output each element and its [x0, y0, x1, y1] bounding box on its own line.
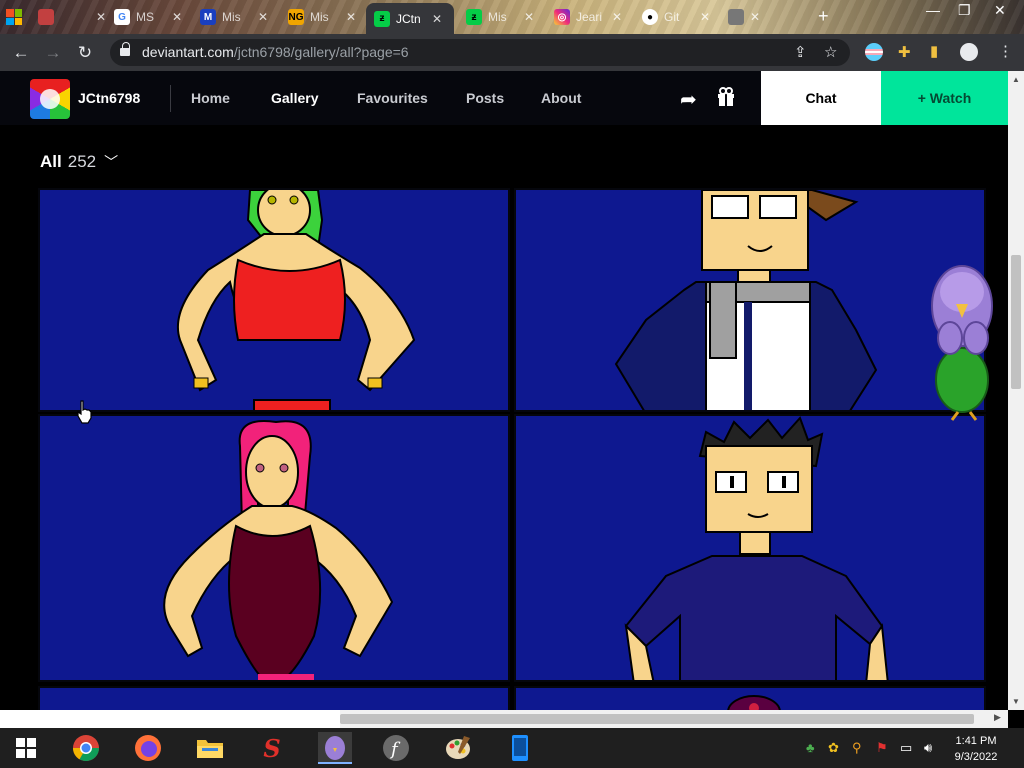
close-window-icon[interactable]: ✕: [994, 2, 1006, 19]
tray-app-icon[interactable]: ✿: [828, 740, 839, 756]
back-button[interactable]: ←: [10, 42, 32, 64]
avatar[interactable]: [30, 79, 70, 119]
lock-icon[interactable]: [120, 42, 130, 58]
paint-icon[interactable]: [442, 732, 474, 764]
windows-logo-icon[interactable]: [6, 9, 22, 25]
network-icon[interactable]: ▭: [900, 740, 912, 756]
github-icon: ●: [642, 9, 658, 25]
windows-start-icon[interactable]: [10, 732, 42, 764]
forward-button[interactable]: →: [42, 42, 64, 64]
photo-tab-icon: [38, 9, 54, 25]
browser-tab[interactable]: ● Git ✕: [634, 4, 718, 30]
browser-tab[interactable]: ✕: [720, 4, 768, 30]
gallery-filter[interactable]: All 252 ﹀: [40, 152, 118, 172]
tray-app-icon[interactable]: ♣: [806, 740, 815, 755]
browser-tab[interactable]: ✕: [30, 4, 114, 30]
close-icon[interactable]: ✕: [750, 10, 760, 24]
app-tablet-icon[interactable]: [504, 732, 536, 764]
scroll-right-icon[interactable]: ▶: [994, 712, 1001, 723]
hand-cursor-icon: [76, 400, 94, 429]
profile-header: JCtn6798 Home Gallery Favourites Posts A…: [0, 71, 1008, 125]
close-icon[interactable]: ✕: [346, 10, 356, 24]
gift-icon[interactable]: [716, 87, 736, 113]
nav-home[interactable]: Home: [191, 90, 230, 106]
close-icon[interactable]: ✕: [172, 10, 182, 24]
chrome-icon[interactable]: [70, 732, 102, 764]
gallery-thumbnail[interactable]: [514, 188, 986, 412]
horizontal-scrollbar[interactable]: ▶: [0, 710, 1008, 728]
close-icon[interactable]: ✕: [432, 12, 442, 26]
gallery-thumbnail[interactable]: [38, 188, 510, 412]
watch-button[interactable]: + Watch: [881, 71, 1008, 125]
tray-flag-icon[interactable]: ⚑: [876, 740, 888, 756]
url-text: deviantart.com/jctn6798/gallery/all?page…: [142, 44, 409, 60]
username[interactable]: JCtn6798: [78, 90, 140, 106]
restore-icon[interactable]: ❐: [958, 2, 971, 19]
divider: [170, 85, 171, 112]
nav-posts[interactable]: Posts: [466, 90, 504, 106]
newgrounds-icon: NG: [288, 9, 304, 25]
reload-button[interactable]: ↻: [74, 42, 96, 64]
vertical-scrollbar[interactable]: ▲ ▼: [1008, 71, 1024, 710]
firefox-icon[interactable]: [132, 732, 164, 764]
tab-icon: [728, 9, 744, 25]
instagram-icon: ◎: [554, 9, 570, 25]
tab-strip: ✕ G MS ✕ M Mis ✕ NG Mis ✕ ƶ JCtn ✕ ƶ Mis…: [0, 0, 1024, 34]
active-browser-tab[interactable]: ƶ JCtn ✕: [366, 3, 454, 34]
volume-icon[interactable]: 🔊︎: [924, 740, 932, 756]
chevron-down-icon: ﹀: [104, 154, 119, 170]
chat-button[interactable]: Chat: [761, 71, 881, 125]
menu-dots-icon[interactable]: ⋮: [998, 42, 1013, 60]
bookmark-star-icon[interactable]: ☆: [824, 43, 837, 61]
deviantart-icon: ƶ: [466, 9, 482, 25]
close-icon[interactable]: ✕: [700, 10, 710, 24]
google-icon: G: [114, 9, 130, 25]
new-tab-button[interactable]: +: [818, 6, 829, 27]
tray-search-icon[interactable]: ⚲: [852, 740, 862, 756]
flash-icon[interactable]: f: [380, 732, 412, 764]
close-icon[interactable]: ✕: [258, 10, 268, 24]
browser-tab[interactable]: ◎ Jeari ✕: [546, 4, 630, 30]
gallery-count: 252: [67, 152, 97, 171]
clock[interactable]: 1:41 PM 9/3/2022: [948, 733, 1004, 765]
flag-extension-icon[interactable]: [865, 43, 883, 61]
browser-tab[interactable]: M Mis ✕: [192, 4, 276, 30]
share-icon[interactable]: ➦: [680, 87, 697, 112]
close-icon[interactable]: ✕: [612, 10, 622, 24]
nav-about[interactable]: About: [541, 90, 581, 106]
file-explorer-icon[interactable]: [194, 732, 226, 764]
share-icon[interactable]: ⇪: [794, 43, 807, 61]
clock-time: 1:41 PM: [955, 735, 997, 747]
mission-icon: M: [200, 9, 216, 25]
minimize-icon[interactable]: —: [926, 2, 940, 18]
profile-icon[interactable]: [960, 43, 978, 61]
address-bar[interactable]: deviantart.com/jctn6798/gallery/all?page…: [110, 39, 850, 66]
deviantart-icon: ƶ: [374, 10, 390, 27]
gallery-thumbnail[interactable]: [514, 414, 986, 682]
side-panel-icon[interactable]: ▮: [930, 42, 938, 60]
scroll-up-icon[interactable]: ▲: [1012, 75, 1020, 84]
browser-toolbar: ← → ↻ deviantart.com/jctn6798/gallery/al…: [0, 34, 1024, 71]
scroll-thumb[interactable]: [340, 714, 974, 724]
bonzi-app-icon[interactable]: [318, 732, 352, 764]
nav-gallery[interactable]: Gallery: [271, 90, 318, 106]
nav-favourites[interactable]: Favourites: [357, 90, 428, 106]
browser-tab[interactable]: ƶ Mis ✕: [458, 4, 542, 30]
parrot-mascot-icon[interactable]: [922, 262, 994, 427]
app-s-icon[interactable]: S: [256, 732, 288, 764]
close-icon[interactable]: ✕: [96, 10, 106, 24]
gallery-thumbnail[interactable]: [38, 414, 510, 682]
puzzle-extensions-icon[interactable]: ✚: [898, 43, 911, 61]
clock-date: 9/3/2022: [954, 751, 998, 763]
taskbar: S f ♣ ✿ ⚲ ⚑ ▭ 🔊︎ 1:41 PM 9/3/2022: [0, 728, 1024, 768]
browser-tab[interactable]: NG Mis ✕: [280, 4, 364, 30]
close-icon[interactable]: ✕: [524, 10, 534, 24]
scroll-down-icon[interactable]: ▼: [1012, 697, 1020, 706]
scroll-thumb[interactable]: [1011, 255, 1021, 389]
browser-tab[interactable]: G MS ✕: [106, 4, 190, 30]
